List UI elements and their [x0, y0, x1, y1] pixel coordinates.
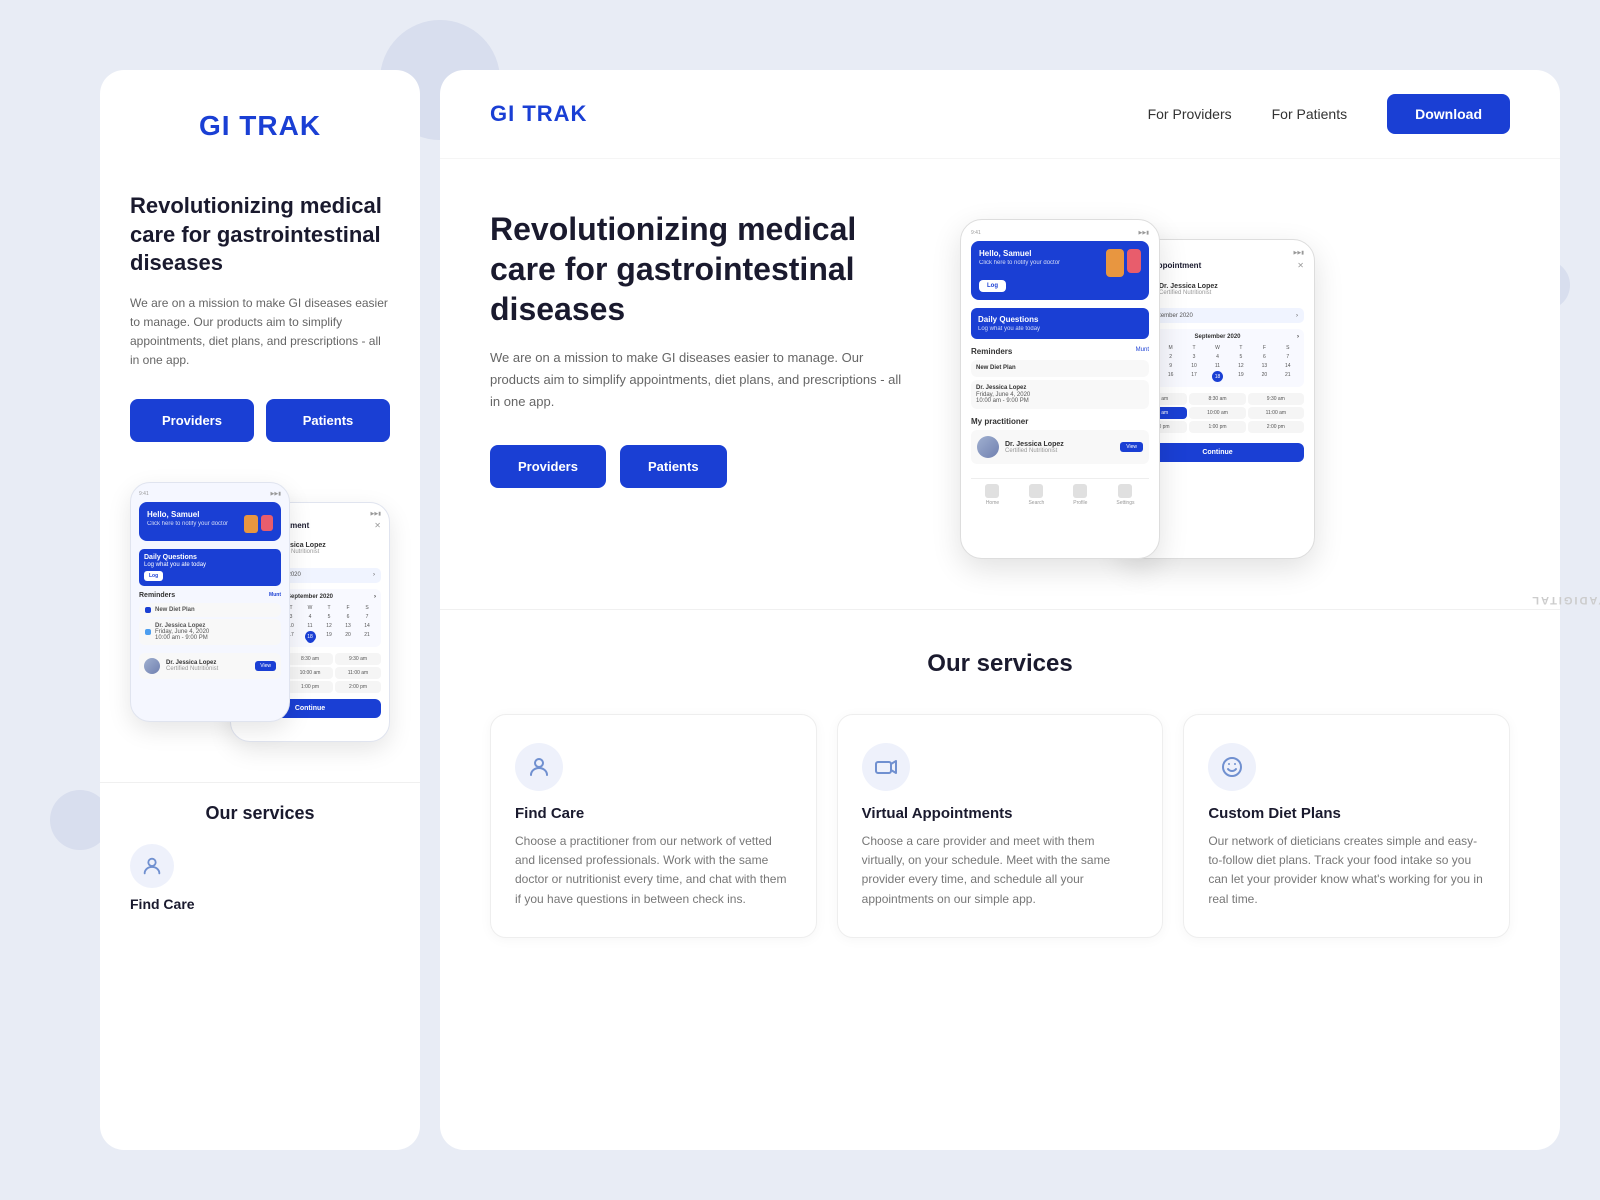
time-slot[interactable]: 2:00 pm — [1248, 421, 1304, 433]
time-slot[interactable]: 9:30 am — [1248, 393, 1304, 405]
download-button[interactable]: Download — [1387, 94, 1510, 134]
service-card-diet-plans: Custom Diet Plans Our network of dietici… — [1183, 714, 1510, 938]
patients-button-right[interactable]: Patients — [620, 445, 727, 488]
hero-buttons-left: Providers Patients — [130, 399, 390, 442]
nav-home[interactable]: Home — [985, 484, 999, 506]
time-slot[interactable]: 9:30 am — [335, 653, 381, 665]
watermark: @NEYADIGITAL — [1530, 594, 1600, 606]
time-slot[interactable]: 8:30 am — [287, 653, 333, 665]
find-care-icon-left — [130, 844, 174, 888]
close-icon[interactable]: ✕ — [1297, 261, 1304, 270]
nav-settings[interactable]: Settings — [1116, 484, 1134, 506]
find-care-desc: Choose a practitioner from our network o… — [515, 832, 792, 909]
phone-mockups-left: 9:41▶▶▮ Hello, Samuel Click here to noti… — [120, 472, 400, 752]
services-section-right: Our services Find Care Choose a practiti… — [440, 609, 1560, 978]
hero-title-left: Revolutionizing medical care for gastroi… — [130, 192, 390, 278]
patients-button-left[interactable]: Patients — [266, 399, 390, 442]
logo-left: GI TRAK — [130, 110, 390, 142]
time-slot[interactable]: 1:00 pm — [1189, 421, 1245, 433]
diet-plans-title: Custom Diet Plans — [1208, 805, 1485, 822]
diet-plans-desc: Our network of dieticians creates simple… — [1208, 832, 1485, 909]
time-slot[interactable]: 11:00 am — [1248, 407, 1304, 419]
right-panel: GI TRAK For Providers For Patients Downl… — [440, 70, 1560, 1150]
hero-cta-buttons: Providers Patients — [490, 445, 910, 488]
providers-button-left[interactable]: Providers — [130, 399, 254, 442]
hero-section-right: Revolutionizing medical care for gastroi… — [440, 159, 1560, 609]
service-card-find-care-left: Find Care — [130, 844, 390, 912]
providers-button-right[interactable]: Providers — [490, 445, 606, 488]
virtual-appt-icon — [862, 743, 910, 791]
phone-mockup-main-right: 9:41▶▶▮ Hello, Samuel Click here to noti… — [960, 219, 1160, 559]
time-slot[interactable]: 8:30 am — [1189, 393, 1245, 405]
logo-right: GI TRAK — [490, 101, 587, 127]
time-slot[interactable]: 11:00 am — [335, 667, 381, 679]
hero-title-right: Revolutionizing medical care for gastroi… — [490, 209, 910, 329]
service-card-virtual-appt: Virtual Appointments Choose a care provi… — [837, 714, 1164, 938]
close-appt-icon[interactable]: ✕ — [374, 521, 381, 530]
find-care-icon — [515, 743, 563, 791]
nav-for-patients[interactable]: For Patients — [1272, 106, 1347, 122]
services-cards: Find Care Choose a practitioner from our… — [490, 714, 1510, 938]
services-title-left: Our services — [130, 803, 390, 824]
service-card-find-care: Find Care Choose a practitioner from our… — [490, 714, 817, 938]
time-slot[interactable]: 10:00 am — [287, 667, 333, 679]
phone-bottom-nav: Home Search Profile — [971, 478, 1149, 511]
diet-plans-icon — [1208, 743, 1256, 791]
hero-text-right: Revolutionizing medical care for gastroi… — [490, 209, 910, 488]
nav-search[interactable]: Search — [1028, 484, 1044, 506]
phone-mockups-right: 9:41▶▶▮ Hello, Samuel Click here to noti… — [940, 209, 1320, 569]
nav-for-providers[interactable]: For Providers — [1148, 106, 1232, 122]
view-doctor-btn[interactable]: View — [1120, 442, 1143, 452]
find-care-title: Find Care — [515, 805, 792, 822]
nav-profile[interactable]: Profile — [1073, 484, 1087, 506]
virtual-appt-desc: Choose a care provider and meet with the… — [862, 832, 1139, 909]
nav-links: For Providers For Patients Download — [1148, 94, 1510, 134]
hero-desc-left: We are on a mission to make GI diseases … — [130, 294, 390, 371]
time-slot[interactable]: 10:00 am — [1189, 407, 1245, 419]
virtual-appt-title: Virtual Appointments — [862, 805, 1139, 822]
panels-container: GI TRAK Revolutionizing medical care for… — [100, 70, 1560, 1150]
time-slot[interactable]: 2:00 pm — [335, 681, 381, 693]
find-care-title-left: Find Care — [130, 896, 390, 912]
hero-desc-right: We are on a mission to make GI diseases … — [490, 347, 910, 413]
time-slot[interactable]: 1:00 pm — [287, 681, 333, 693]
cal-next[interactable]: › — [1297, 334, 1299, 340]
view-practitioner-btn[interactable]: View — [255, 661, 276, 671]
services-section-left: Our services Find Care — [100, 782, 420, 932]
phone-mockup-main-left: 9:41▶▶▮ Hello, Samuel Click here to noti… — [130, 482, 290, 722]
services-title-right: Our services — [490, 650, 1510, 678]
left-panel: GI TRAK Revolutionizing medical care for… — [100, 70, 420, 1150]
top-nav: GI TRAK For Providers For Patients Downl… — [440, 70, 1560, 159]
